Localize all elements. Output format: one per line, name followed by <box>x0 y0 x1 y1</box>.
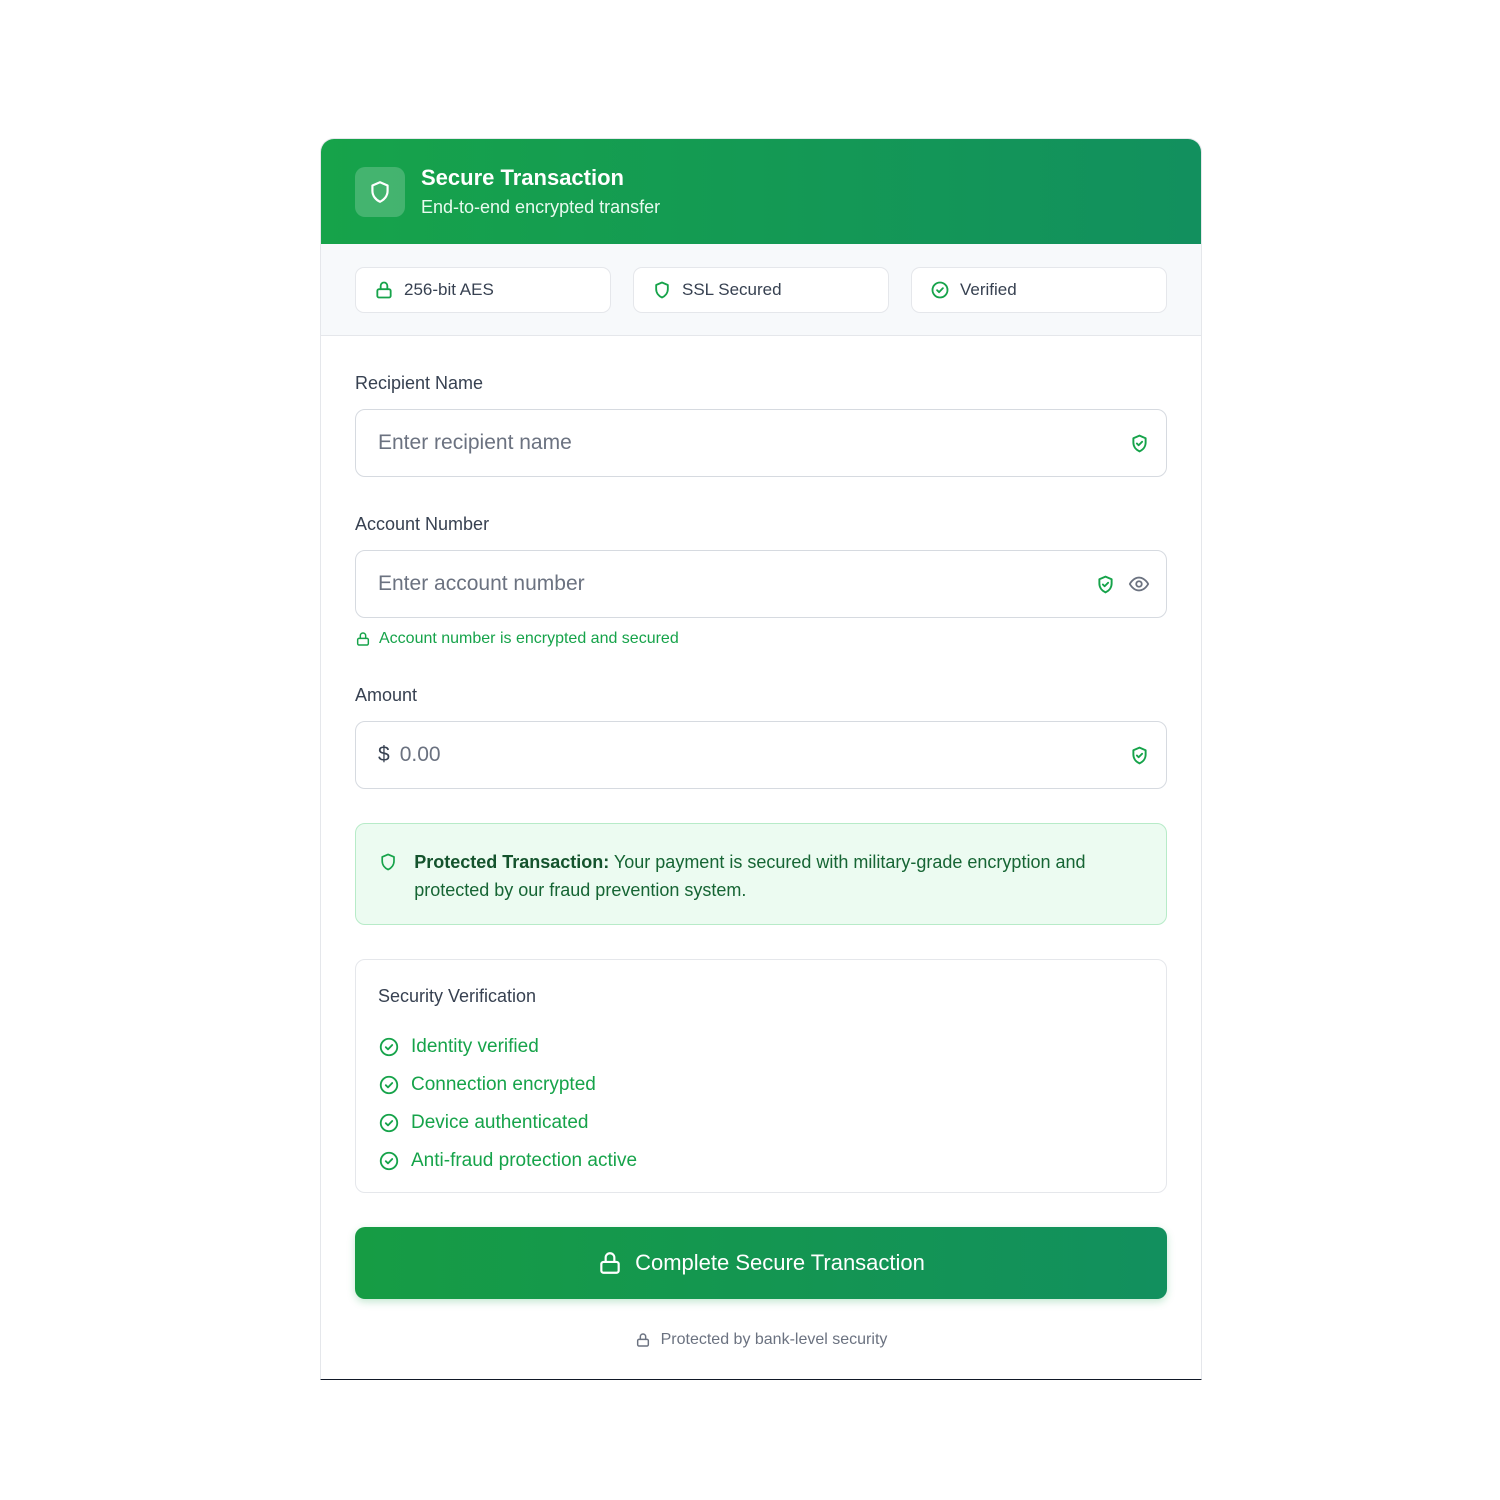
account-label: Account Number <box>355 514 490 534</box>
header-shield-icon <box>355 166 405 217</box>
page-subtitle: End-to-end encrypted transfer <box>421 196 661 217</box>
verification-item-label: Identity verified <box>411 1036 539 1057</box>
eye-icon[interactable] <box>1128 573 1150 595</box>
shield-check-icon <box>1098 575 1113 593</box>
list-item: Connection encrypted <box>378 1066 1144 1104</box>
verification-item-label: Connection encrypted <box>411 1074 596 1095</box>
account-hint: Account number is encrypted and secured <box>355 630 1167 648</box>
transaction-card: Secure Transaction End-to-end encrypted … <box>320 138 1202 1380</box>
lock-icon <box>636 1333 649 1347</box>
badge-label: 256-bit AES <box>404 279 494 299</box>
badge-verified: Verified <box>911 266 1167 313</box>
verification-item-label: Anti-fraud protection active <box>411 1150 638 1171</box>
account-placeholder: Enter account number <box>378 572 585 595</box>
recipient-label: Recipient Name <box>355 373 484 393</box>
lock-icon <box>600 1252 620 1274</box>
check-circle-icon <box>379 1037 399 1057</box>
verification-title: Security Verification <box>378 986 537 1006</box>
badge-label: Verified <box>960 279 1017 299</box>
security-verification: Security Verification Identity verified … <box>355 959 1167 1193</box>
footer-text: Protected by bank-level security <box>660 1331 888 1348</box>
badge-ssl: SSL Secured <box>633 266 889 313</box>
currency-symbol: $ <box>378 743 390 766</box>
list-item: Anti-fraud protection active <box>378 1142 1144 1180</box>
footer-note: Protected by bank-level security <box>355 1331 1167 1349</box>
account-input[interactable]: Enter account number <box>355 550 1167 618</box>
shield-check-icon <box>1132 434 1147 452</box>
shield-icon <box>381 853 395 871</box>
card-header: Secure Transaction End-to-end encrypted … <box>321 139 1201 244</box>
check-circle-icon <box>379 1113 399 1133</box>
shield-check-icon <box>1132 746 1147 764</box>
check-circle-icon <box>379 1075 399 1095</box>
shield-icon <box>655 281 669 298</box>
amount-label: Amount <box>355 685 418 705</box>
page-title: Secure Transaction <box>421 164 624 190</box>
badge-aes: 256-bit AES <box>355 266 611 313</box>
check-circle-icon <box>931 281 949 298</box>
security-badges: 256-bit AES SSL Secured Verified <box>321 244 1201 336</box>
list-item: Device authenticated <box>378 1104 1144 1142</box>
recipient-placeholder: Enter recipient name <box>378 431 572 454</box>
lock-icon <box>356 632 370 646</box>
account-hint-text: Account number is encrypted and secured <box>379 630 679 647</box>
check-circle-icon <box>379 1151 399 1171</box>
recipient-input[interactable]: Enter recipient name <box>355 409 1167 477</box>
notice-title: Protected Transaction: <box>414 852 610 872</box>
badge-label: SSL Secured <box>682 279 782 299</box>
amount-placeholder: 0.00 <box>399 743 441 766</box>
notice-text: Protected Transaction: Your payment is s… <box>414 848 1142 924</box>
amount-input[interactable]: $ 0.00 <box>355 721 1167 789</box>
complete-transaction-button[interactable]: Complete Secure Transaction <box>355 1227 1167 1299</box>
verification-item-label: Device authenticated <box>411 1112 589 1133</box>
list-item: Identity verified <box>378 1028 1144 1066</box>
lock-icon <box>376 281 392 298</box>
submit-label: Complete Secure Transaction <box>635 1250 925 1275</box>
protected-notice: Protected Transaction: Your payment is s… <box>355 823 1167 925</box>
